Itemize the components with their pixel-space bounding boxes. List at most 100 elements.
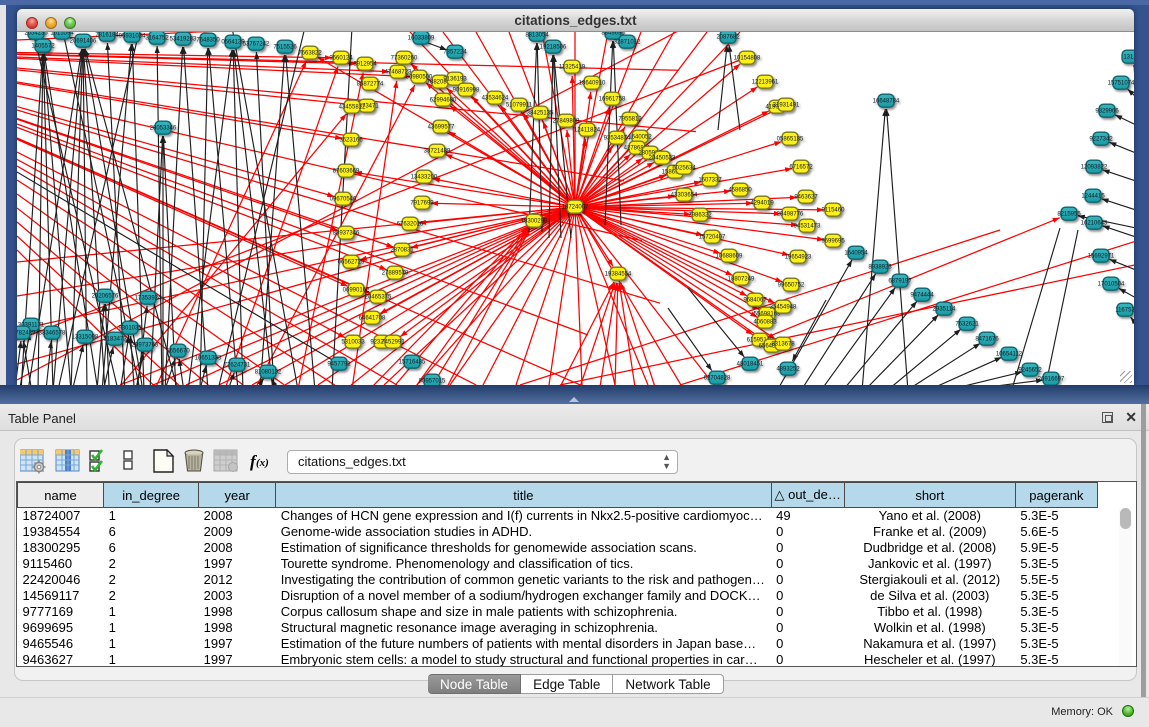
svg-text:7986322: 7986322 xyxy=(688,213,712,219)
svg-text:87603669: 87603669 xyxy=(333,169,360,175)
svg-text:16210643: 16210643 xyxy=(1081,221,1108,227)
svg-text:9660124: 9660124 xyxy=(329,56,353,62)
svg-text:90916998: 90916998 xyxy=(453,88,480,94)
svg-text:43534624: 43534624 xyxy=(482,96,509,102)
svg-text:20465375: 20465375 xyxy=(365,295,392,301)
svg-text:17353924: 17353924 xyxy=(135,296,162,302)
svg-text:26916697: 26916697 xyxy=(1038,377,1065,383)
svg-text:9684067: 9684067 xyxy=(743,298,767,304)
svg-text:05865185: 05865185 xyxy=(777,137,804,143)
svg-text:12213961: 12213961 xyxy=(752,80,779,86)
svg-text:12093822: 12093822 xyxy=(1081,165,1108,171)
svg-text:7357224: 7357224 xyxy=(443,50,467,56)
svg-text:8215955: 8215955 xyxy=(1057,212,1081,218)
svg-text:19384554: 19384554 xyxy=(605,272,632,278)
svg-text:1244415: 1244415 xyxy=(1081,194,1105,200)
svg-text:94531473: 94531473 xyxy=(794,224,821,230)
svg-text:1405572: 1405572 xyxy=(31,44,55,50)
svg-text:32871012: 32871012 xyxy=(614,40,641,46)
svg-text:19654923: 19654923 xyxy=(785,255,812,261)
svg-text:18300295: 18300295 xyxy=(521,219,548,225)
svg-text:20450533: 20450533 xyxy=(649,156,676,162)
svg-text:53419283: 53419283 xyxy=(170,37,197,43)
svg-text:1312: 1312 xyxy=(1123,55,1134,61)
svg-text:8912954: 8912954 xyxy=(353,62,377,68)
svg-text:10688609: 10688609 xyxy=(716,254,743,260)
svg-text:09670546: 09670546 xyxy=(330,197,357,203)
svg-text:6879197: 6879197 xyxy=(888,279,912,285)
svg-text:1640954: 1640954 xyxy=(844,251,868,257)
svg-text:1607337: 1607337 xyxy=(698,178,722,184)
svg-text:06990162: 06990162 xyxy=(343,288,370,294)
svg-text:53767242: 53767242 xyxy=(243,42,270,48)
svg-text:1656670: 1656670 xyxy=(166,349,190,355)
svg-text:62994680: 62994680 xyxy=(430,98,457,104)
svg-text:06562729: 06562729 xyxy=(338,260,365,266)
svg-text:20691406: 20691406 xyxy=(70,39,97,45)
svg-text:15720407: 15720407 xyxy=(699,235,726,241)
svg-text:7515526: 7515526 xyxy=(273,45,297,51)
svg-text:5310033: 5310033 xyxy=(341,340,365,346)
svg-text:116753: 116753 xyxy=(1115,308,1134,314)
svg-text:9301031: 9301031 xyxy=(118,326,142,332)
svg-text:31931491: 31931491 xyxy=(773,103,800,109)
svg-text:8938923: 8938923 xyxy=(868,265,892,271)
svg-text:7452991: 7452991 xyxy=(381,340,405,346)
svg-text:8813054: 8813054 xyxy=(525,33,549,39)
svg-text:29973763: 29973763 xyxy=(132,343,159,349)
svg-text:1615594: 1615594 xyxy=(50,32,74,37)
svg-text:86872774: 86872774 xyxy=(357,82,384,88)
svg-text:77360260: 77360260 xyxy=(391,56,418,62)
svg-text:7663822: 7663822 xyxy=(298,51,322,57)
svg-text:13433200: 13433200 xyxy=(411,175,438,181)
svg-text:28498776: 28498776 xyxy=(777,212,804,218)
svg-text:11325419: 11325419 xyxy=(559,65,586,71)
svg-text:8471676: 8471676 xyxy=(975,337,999,343)
svg-text:93534874: 93534874 xyxy=(604,136,631,142)
svg-text:17010504: 17010504 xyxy=(1098,282,1125,288)
svg-text:35454948: 35454948 xyxy=(770,305,797,311)
svg-text:9245652: 9245652 xyxy=(1018,368,1042,374)
svg-text:62704828: 62704828 xyxy=(704,376,731,382)
svg-text:9136193: 9136193 xyxy=(443,77,467,83)
svg-text:2870831: 2870831 xyxy=(390,248,414,254)
svg-text:9699695: 9699695 xyxy=(821,239,845,245)
svg-text:1640052: 1640052 xyxy=(628,135,652,141)
svg-text:(x): (x) xyxy=(256,457,269,469)
svg-text:9463627: 9463627 xyxy=(794,195,818,201)
svg-text:5183473: 5183473 xyxy=(103,337,127,343)
svg-text:22782489: 22782489 xyxy=(17,331,36,337)
svg-text:2935114: 2935114 xyxy=(933,307,957,313)
svg-text:9227342: 9227342 xyxy=(1089,137,1113,143)
svg-text:43699577: 43699577 xyxy=(428,125,455,131)
svg-text:7917693: 7917693 xyxy=(410,201,434,207)
svg-text:43303654: 43303654 xyxy=(671,193,698,199)
svg-text:38346578: 38346578 xyxy=(39,331,66,337)
svg-text:18640910: 18640910 xyxy=(579,81,606,87)
svg-text:10651333: 10651333 xyxy=(195,356,222,362)
svg-text:67632016: 67632016 xyxy=(397,222,424,228)
svg-text:7632621: 7632621 xyxy=(955,322,979,328)
svg-text:6716572: 6716572 xyxy=(789,165,813,171)
svg-text:9115460: 9115460 xyxy=(822,208,846,214)
svg-text:12411824: 12411824 xyxy=(574,128,601,134)
svg-text:99650752: 99650752 xyxy=(778,283,805,289)
svg-text:16033809: 16033809 xyxy=(408,36,435,42)
svg-text:88937346: 88937346 xyxy=(333,231,360,237)
svg-text:9329966: 9329966 xyxy=(1095,109,1119,115)
svg-text:48018451: 48018451 xyxy=(737,362,764,368)
svg-text:9474444: 9474444 xyxy=(910,293,934,299)
svg-text:9457791: 9457791 xyxy=(327,362,351,368)
svg-text:38721489: 38721489 xyxy=(424,149,451,155)
svg-text:8313678: 8313678 xyxy=(771,342,795,348)
svg-text:15716485: 15716485 xyxy=(399,360,426,366)
svg-text:27889579: 27889579 xyxy=(382,271,409,277)
svg-text:4060883: 4060883 xyxy=(753,320,777,326)
svg-text:4294019: 4294019 xyxy=(750,201,774,207)
svg-text:16961758: 16961758 xyxy=(599,97,626,103)
svg-text:19218506: 19218506 xyxy=(540,45,567,51)
svg-text:51079911: 51079911 xyxy=(506,103,533,109)
svg-text:7955812: 7955812 xyxy=(618,117,642,123)
svg-text:7648350: 7648350 xyxy=(196,38,220,44)
svg-text:6025634: 6025634 xyxy=(672,166,696,172)
